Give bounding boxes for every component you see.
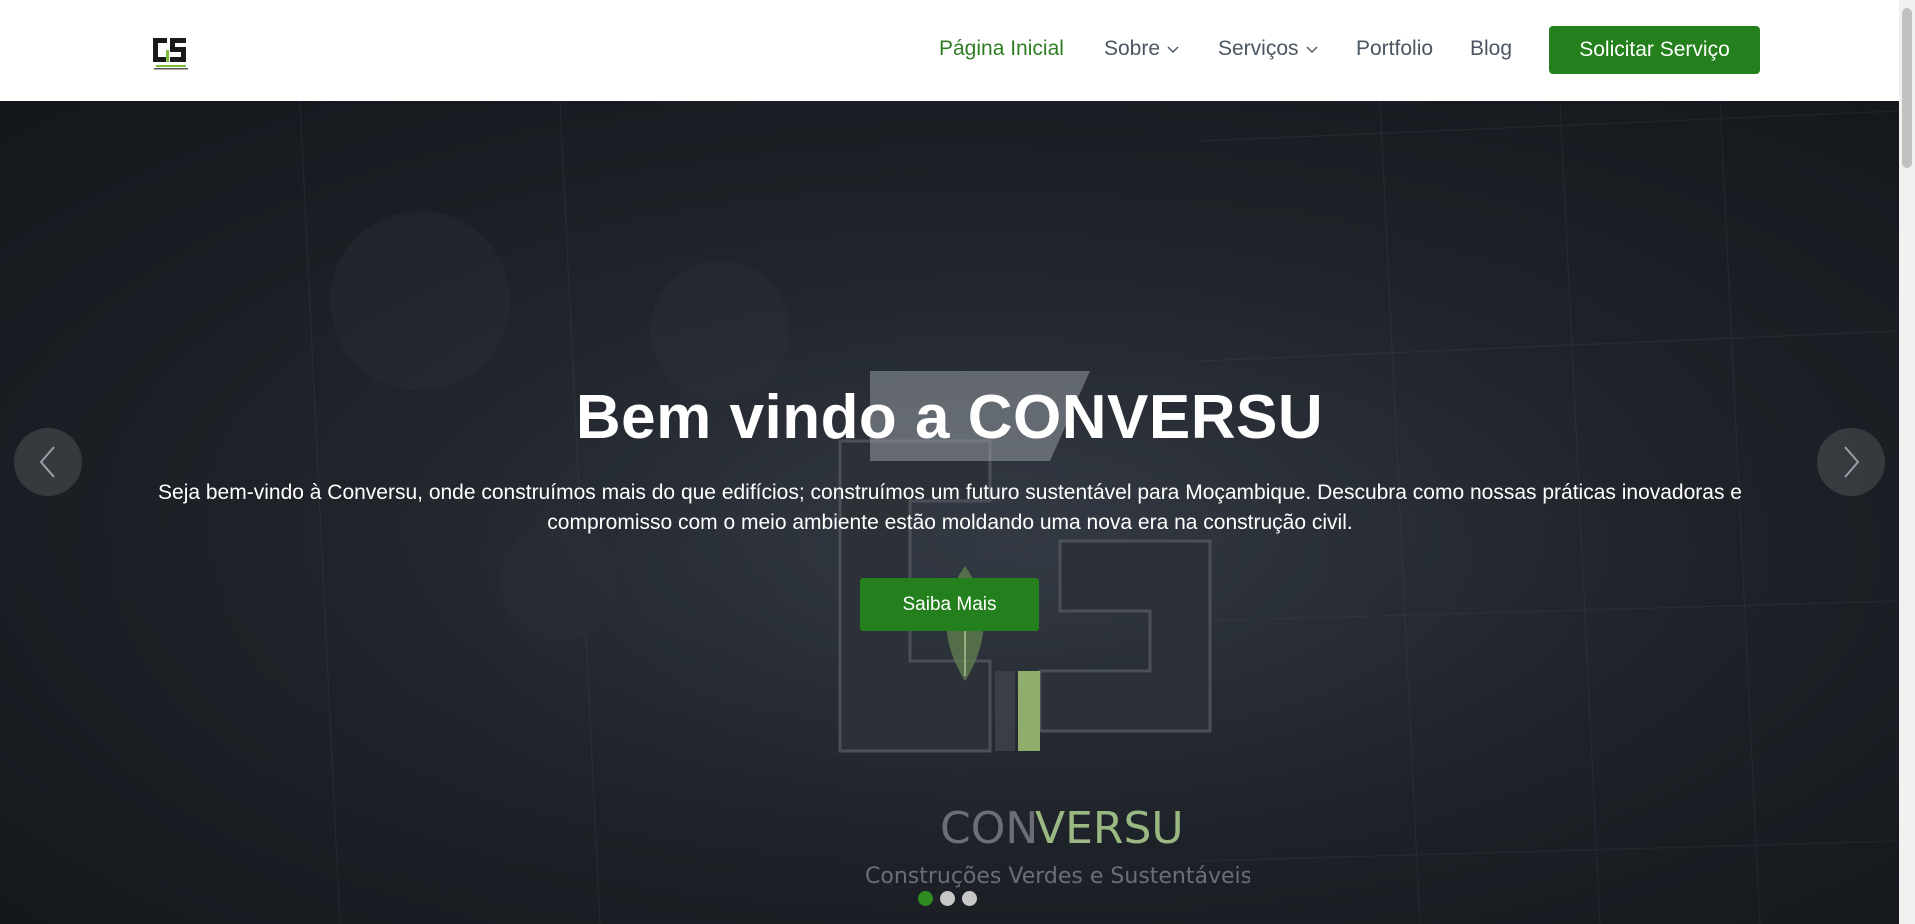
brand-name-part-b: VERSU bbox=[1035, 803, 1184, 854]
page-scrollbar[interactable] bbox=[1899, 0, 1915, 924]
nav-portfolio[interactable]: Portfolio bbox=[1356, 37, 1433, 61]
chevron-left-icon bbox=[39, 446, 55, 478]
nav-services-label: Serviços bbox=[1218, 37, 1299, 60]
nav-home[interactable]: Página Inicial bbox=[939, 37, 1064, 61]
site-header: Página Inicial Sobre Serviços Portfolio … bbox=[0, 0, 1899, 101]
scrollbar-thumb[interactable] bbox=[1902, 8, 1912, 168]
hero-description: Seja bem-vindo à Conversu, onde construí… bbox=[150, 478, 1750, 538]
chevron-down-icon bbox=[1167, 46, 1179, 53]
hero-title: Bem vindo a CONVERSU bbox=[575, 383, 1324, 452]
carousel-dot[interactable] bbox=[962, 891, 977, 906]
conversu-logo-icon[interactable] bbox=[150, 32, 192, 72]
carousel-dot[interactable] bbox=[918, 891, 933, 906]
nav-blog-label: Blog bbox=[1470, 37, 1513, 60]
nav-home-label: Página Inicial bbox=[939, 37, 1064, 60]
learn-more-button[interactable]: Saiba Mais bbox=[860, 578, 1039, 631]
nav-blog[interactable]: Blog bbox=[1470, 37, 1512, 61]
nav-about-label: Sobre bbox=[1104, 37, 1161, 60]
carousel-dot[interactable] bbox=[940, 891, 955, 906]
hero-description-line: Seja bem-vindo à Conversu, onde construí… bbox=[158, 481, 1742, 504]
carousel-indicators bbox=[918, 891, 977, 906]
nav-about[interactable]: Sobre bbox=[1104, 37, 1180, 61]
chevron-right-icon bbox=[1844, 446, 1860, 478]
hero-slider: CON VERSU Construções Verdes e Sustentáv… bbox=[0, 101, 1899, 924]
brand-name-part-a: CON bbox=[940, 803, 1038, 854]
chevron-down-icon bbox=[1306, 46, 1318, 53]
request-service-button[interactable]: Solicitar Serviço bbox=[1549, 26, 1760, 74]
hero-description-line: compromisso com o meio ambiente estão mo… bbox=[547, 511, 1353, 534]
carousel-next-button[interactable] bbox=[1817, 428, 1885, 496]
nav-services[interactable]: Serviços bbox=[1218, 37, 1319, 61]
nav-portfolio-label: Portfolio bbox=[1356, 37, 1434, 60]
carousel-prev-button[interactable] bbox=[14, 428, 82, 496]
brand-tagline: Construções Verdes e Sustentáveis bbox=[865, 864, 1250, 889]
